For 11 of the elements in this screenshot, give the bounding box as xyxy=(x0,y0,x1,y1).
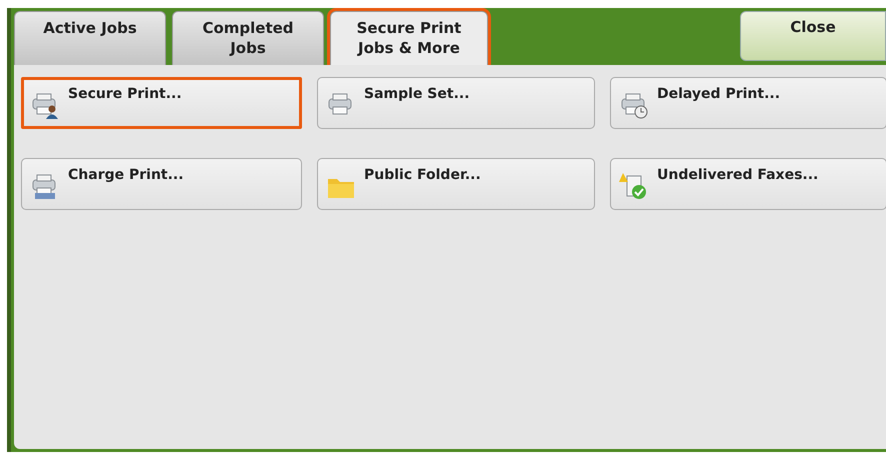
close-button[interactable]: Close xyxy=(740,11,886,61)
function-button[interactable]: Undelivered Faxes... xyxy=(610,158,886,210)
function-button[interactable]: Charge Print... xyxy=(21,158,302,210)
function-button[interactable]: Public Folder... xyxy=(317,158,595,210)
tab[interactable]: Completed Jobs xyxy=(172,11,324,65)
function-button[interactable]: Sample Set... xyxy=(317,77,595,129)
function-button[interactable]: Delayed Print... xyxy=(610,77,886,129)
function-button[interactable]: Secure Print... xyxy=(21,77,302,129)
tab[interactable]: Active Jobs xyxy=(14,11,166,65)
fax-warning-icon xyxy=(619,171,649,201)
tab[interactable]: Secure Print Jobs & More xyxy=(330,11,488,65)
